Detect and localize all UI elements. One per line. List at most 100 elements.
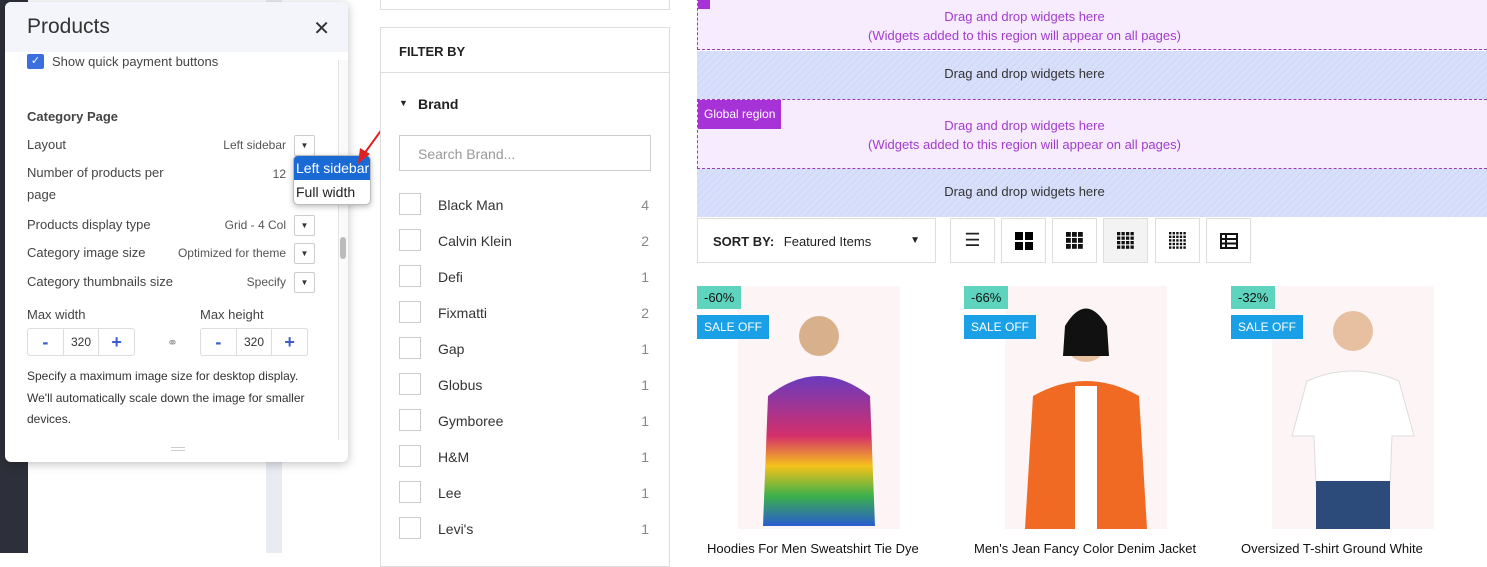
image-size-dropdown-button[interactable]: ▼ [294,243,315,264]
brand-filter-item[interactable]: Defi 1 [399,265,651,289]
brand-checkbox[interactable] [399,265,421,287]
product-name[interactable]: Oversized T-shirt Ground White [1241,541,1423,556]
quick-payment-checkbox[interactable]: ✓ [27,54,44,69]
brand-filter-item[interactable]: Globus 1 [399,373,651,397]
panel-title: Products [27,15,110,38]
brand-checkbox[interactable] [399,373,421,395]
increment-button[interactable]: + [99,329,134,355]
brand-filter-item[interactable]: Gymboree 1 [399,409,651,433]
brand-count: 1 [641,521,649,537]
table-view-icon[interactable] [1206,218,1251,263]
brand-heading[interactable]: Brand [418,96,458,112]
brand-filter-item[interactable]: Fixmatti 2 [399,301,651,325]
grid-2-icon[interactable] [1001,218,1046,263]
global-region-tag [698,0,710,9]
resize-handle-icon[interactable] [171,447,185,451]
product-name[interactable]: Men's Jean Fancy Color Denim Jacket [974,541,1196,556]
filter-panel: FILTER BY ▼ Brand Search Brand... Black … [380,27,670,567]
products-per-page-value[interactable]: 12 [273,167,286,181]
sale-badge: SALE OFF [1231,315,1304,339]
brand-name: Lee [438,485,462,501]
brand-count: 1 [641,377,649,393]
product-card[interactable]: -60% SALE OFF Hoodies For Men Sweatshirt… [697,286,937,556]
product-name[interactable]: Hoodies For Men Sweatshirt Tie Dye [707,541,919,556]
product-card[interactable]: -32% SALE OFF Oversized T-shirt Ground W… [1231,286,1471,556]
brand-name: Globus [438,377,483,393]
thumbnail-size-value[interactable]: Specify [247,275,286,289]
discount-badge: -60% [697,286,742,309]
section-heading: Category Page [27,109,119,124]
grid-3-icon[interactable] [1052,218,1097,263]
image-size-help-text: Specify a maximum image size for desktop… [27,369,305,426]
brand-count: 1 [641,449,649,465]
brand-name: Gymboree [438,413,504,429]
brand-filter-item[interactable]: H&M 1 [399,445,651,469]
brand-checkbox[interactable] [399,193,421,215]
increment-button[interactable]: + [272,329,307,355]
max-height-value[interactable]: 320 [235,329,273,355]
caret-down-icon: ▼ [910,235,920,246]
sort-value: Featured Items [783,234,872,249]
option-full-width[interactable]: Full width [294,180,370,204]
sale-badge: SALE OFF [964,315,1037,339]
layout-value[interactable]: Left sidebar [223,138,286,152]
sort-by-select[interactable]: SORT BY: Featured Items ▼ [697,218,936,263]
layout-dropdown-button[interactable]: ▼ [294,135,315,156]
global-note: (Widgets added to this region will appea… [868,28,1181,43]
brand-checkbox[interactable] [399,229,421,251]
brand-count: 1 [641,341,649,357]
list-view-icon[interactable]: ☰ [950,218,995,263]
brand-name: Black Man [438,197,504,213]
decrement-button[interactable]: - [201,329,236,355]
global-region-top[interactable]: Drag and drop widgets here (Widgets adde… [697,0,1487,50]
brand-name: Levi's [438,521,474,537]
drop-zone[interactable]: Drag and drop widgets here [697,51,1487,99]
brand-name: H&M [438,449,470,465]
brand-checkbox[interactable] [399,517,421,539]
brand-count: 4 [641,197,649,213]
discount-badge: -32% [1231,286,1276,309]
brand-name: Calvin Klein [438,233,512,249]
image-size-value[interactable]: Optimized for theme [178,246,286,260]
brand-filter-item[interactable]: Lee 1 [399,481,651,505]
link-icon[interactable]: ⚭ [167,335,178,351]
display-type-dropdown-button[interactable]: ▼ [294,215,315,236]
brand-checkbox[interactable] [399,481,421,503]
product-card[interactable]: -66% SALE OFF Men's Jean Fancy Color Den… [964,286,1204,556]
max-height-stepper[interactable]: - 320 + [200,328,308,356]
display-type-label: Products display type [27,217,151,232]
brand-checkbox[interactable] [399,337,421,359]
grid-5-icon[interactable] [1155,218,1200,263]
decrement-button[interactable]: - [28,329,63,355]
thumbnail-size-dropdown-button[interactable]: ▼ [294,272,315,293]
brand-count: 1 [641,269,649,285]
caret-down-icon[interactable]: ▼ [399,98,408,108]
max-width-stepper[interactable]: - 320 + [27,328,135,356]
max-width-value[interactable]: 320 [62,329,100,355]
scroll-thumb[interactable] [340,237,346,259]
brand-checkbox[interactable] [399,445,421,467]
global-note: (Widgets added to this region will appea… [868,137,1181,152]
brand-filter-item[interactable]: Gap 1 [399,337,651,361]
brand-filter-item[interactable]: Levi's 1 [399,517,651,541]
brand-checkbox[interactable] [399,301,421,323]
brand-checkbox[interactable] [399,409,421,431]
brand-count: 1 [641,413,649,429]
close-icon[interactable]: ✕ [313,16,330,41]
display-type-value[interactable]: Grid - 4 Col [225,218,286,232]
thumbnail-size-label: Category thumbnails size [27,274,173,289]
global-region[interactable]: Global region Drag and drop widgets here… [697,99,1487,169]
products-settings-panel: Products ✕ ✓ Show quick payment buttons C… [5,2,348,462]
sort-label: SORT BY: [713,234,775,249]
grid-4-icon[interactable] [1103,218,1148,263]
brand-filter-item[interactable]: Calvin Klein 2 [399,229,651,253]
image-size-label: Category image size [27,245,146,260]
panel-scrollbar[interactable] [338,60,348,440]
quick-payment-label: Show quick payment buttons [52,54,219,69]
drop-zone[interactable]: Drag and drop widgets here [697,169,1487,217]
products-per-page-label: Number of products per page [27,165,164,202]
drop-hint: Drag and drop widgets here [944,9,1105,24]
brand-filter-item[interactable]: Black Man 4 [399,193,651,217]
brand-name: Gap [438,341,465,357]
max-width-label: Max width [27,307,86,322]
